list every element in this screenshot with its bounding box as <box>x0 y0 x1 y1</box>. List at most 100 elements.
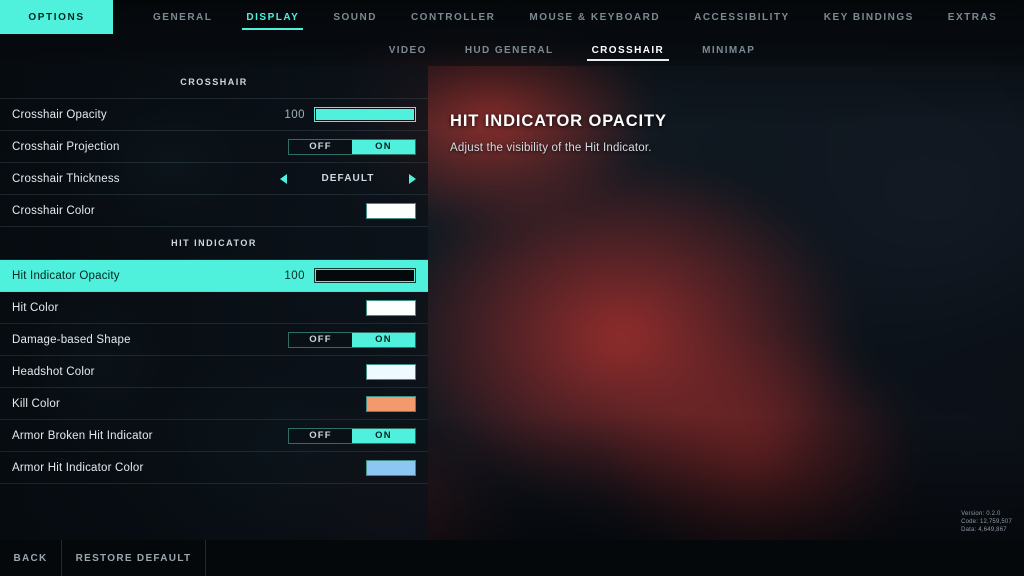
main-tab-accessibility[interactable]: ACCESSIBILITY <box>677 0 807 34</box>
setting-label: Armor Hit Indicator Color <box>12 461 144 474</box>
slider-fill <box>316 270 414 281</box>
slider-fill <box>316 109 414 120</box>
sub-tab-minimap[interactable]: MINIMAP <box>683 34 774 66</box>
setting-label: Hit Indicator Opacity <box>12 269 120 282</box>
toggle-crosshair-projection[interactable]: OFF ON <box>288 138 416 155</box>
main-tab-extras[interactable]: EXTRAS <box>931 0 1015 34</box>
main-tab-label: ACCESSIBILITY <box>694 11 790 23</box>
setting-row-kill-color[interactable]: Kill Color <box>0 388 428 420</box>
setting-row-headshot-color[interactable]: Headshot Color <box>0 356 428 388</box>
setting-row-crosshair-thickness[interactable]: Crosshair Thickness DEFAULT <box>0 163 428 195</box>
data-size-line: Data: 4,649,867 <box>961 527 1007 533</box>
setting-control <box>366 299 416 316</box>
setting-row-crosshair-opacity[interactable]: Crosshair Opacity 100 <box>0 99 428 131</box>
color-swatch-armor-hit-indicator-color[interactable] <box>366 459 416 476</box>
setting-label: Damage-based Shape <box>12 333 131 346</box>
section-header-label: CROSSHAIR <box>180 77 248 87</box>
setting-label: Crosshair Thickness <box>12 172 120 185</box>
setting-label: Crosshair Opacity <box>12 108 107 121</box>
code-size-line: Code: 12,759,507 <box>961 519 1012 525</box>
sub-tab-video[interactable]: VIDEO <box>370 34 446 66</box>
top-navigation-bar: OPTIONS GENERAL DISPLAY SOUND CONTROLLER MOU… <box>0 0 1024 34</box>
slider-hit-indicator-opacity[interactable] <box>314 268 416 283</box>
stepper-value: DEFAULT <box>321 173 375 184</box>
toggle-option-off[interactable]: OFF <box>289 332 352 347</box>
setting-control <box>366 202 416 219</box>
main-tab-general[interactable]: GENERAL <box>136 0 229 34</box>
toggle-option-on[interactable]: ON <box>352 332 415 347</box>
setting-label: Kill Color <box>12 397 61 410</box>
setting-control: OFF ON <box>288 331 416 348</box>
setting-control: DEFAULT <box>280 173 416 184</box>
main-tab-label: KEY BINDINGS <box>823 11 914 23</box>
main-tab-label: SOUND <box>333 11 377 23</box>
section-header: HIT INDICATOR <box>0 227 428 260</box>
setting-control: OFF ON <box>288 427 416 444</box>
sub-tab-label: HUD GENERAL <box>464 44 554 56</box>
toggle-armor-broken-hit-indicator[interactable]: OFF ON <box>288 427 416 444</box>
main-tab-key-bindings[interactable]: KEY BINDINGS <box>807 0 931 34</box>
bottom-action-bar: BACK RESTORE DEFAULT <box>0 540 1024 576</box>
main-tab-label: GENERAL <box>153 11 213 23</box>
sub-tab-label: VIDEO <box>388 44 427 56</box>
setting-row-armor-broken-hit-indicator[interactable]: Armor Broken Hit Indicator OFF ON <box>0 420 428 452</box>
setting-label: Hit Color <box>12 301 59 314</box>
setting-control: OFF ON <box>288 138 416 155</box>
toggle-option-on[interactable]: ON <box>352 139 415 154</box>
restore-default-button[interactable]: RESTORE DEFAULT <box>62 540 206 576</box>
setting-label: Crosshair Projection <box>12 140 120 153</box>
setting-row-hit-indicator-opacity[interactable]: Hit Indicator Opacity 100 <box>0 260 428 292</box>
toggle-option-off[interactable]: OFF <box>289 139 352 154</box>
version-line: Version: 0.2.0 <box>961 511 1001 517</box>
slider-value: 100 <box>284 108 305 121</box>
setting-control <box>366 363 416 380</box>
stepper-crosshair-thickness[interactable]: DEFAULT <box>280 173 416 184</box>
color-swatch-crosshair-color[interactable] <box>366 202 416 219</box>
options-tab[interactable]: OPTIONS <box>0 0 113 34</box>
sub-tab-label: CROSSHAIR <box>591 44 665 56</box>
chevron-left-icon[interactable] <box>280 173 287 184</box>
restore-default-button-label: RESTORE DEFAULT <box>75 552 192 564</box>
color-swatch-headshot-color[interactable] <box>366 363 416 380</box>
description-panel: HIT INDICATOR OPACITY Adjust the visibil… <box>450 112 970 154</box>
main-tab-label: DISPLAY <box>246 11 300 23</box>
back-button[interactable]: BACK <box>0 540 62 576</box>
sub-navigation-bar: VIDEO HUD GENERAL CROSSHAIR MINIMAP <box>0 34 1024 66</box>
chevron-right-icon[interactable] <box>408 173 416 184</box>
settings-panel: CROSSHAIR Crosshair Opacity 100 Crosshair P… <box>0 66 428 540</box>
setting-control <box>366 395 416 412</box>
description-title: HIT INDICATOR OPACITY <box>450 112 667 130</box>
main-tab-sound[interactable]: SOUND <box>316 0 394 34</box>
main-tab-mouse-keyboard[interactable]: MOUSE & KEYBOARD <box>512 0 677 34</box>
main-tab-list: GENERAL DISPLAY SOUND CONTROLLER MOUSE & KEY… <box>136 0 1014 34</box>
setting-row-crosshair-projection[interactable]: Crosshair Projection OFF ON <box>0 131 428 163</box>
setting-control <box>366 459 416 476</box>
toggle-option-off[interactable]: OFF <box>289 428 352 443</box>
setting-row-damage-based-shape[interactable]: Damage-based Shape OFF ON <box>0 324 428 356</box>
main-tab-display[interactable]: DISPLAY <box>229 0 316 34</box>
main-tab-label: EXTRAS <box>947 11 998 23</box>
version-info: Version: 0.2.0 Code: 12,759,507 Data: 4,… <box>961 510 1012 534</box>
slider-crosshair-opacity[interactable] <box>314 107 416 122</box>
setting-label: Headshot Color <box>12 365 95 378</box>
sub-tab-crosshair[interactable]: CROSSHAIR <box>573 34 684 66</box>
setting-label: Crosshair Color <box>12 204 95 217</box>
slider-value: 100 <box>284 269 305 282</box>
color-swatch-hit-color[interactable] <box>366 299 416 316</box>
toggle-option-on[interactable]: ON <box>352 428 415 443</box>
toggle-damage-based-shape[interactable]: OFF ON <box>288 331 416 348</box>
color-swatch-kill-color[interactable] <box>366 395 416 412</box>
sub-tab-hud-general[interactable]: HUD GENERAL <box>446 34 573 66</box>
sub-tab-label: MINIMAP <box>702 44 756 56</box>
setting-row-hit-color[interactable]: Hit Color <box>0 292 428 324</box>
setting-control: 100 <box>284 107 416 122</box>
setting-row-crosshair-color[interactable]: Crosshair Color <box>0 195 428 227</box>
main-tab-label: MOUSE & KEYBOARD <box>529 11 661 23</box>
setting-control: 100 <box>284 268 416 283</box>
options-tab-label: OPTIONS <box>28 11 85 23</box>
setting-row-armor-hit-indicator-color[interactable]: Armor Hit Indicator Color <box>0 452 428 484</box>
back-button-label: BACK <box>13 552 48 564</box>
main-tab-controller[interactable]: CONTROLLER <box>394 0 512 34</box>
section-header: CROSSHAIR <box>0 66 428 99</box>
setting-label: Armor Broken Hit Indicator <box>12 429 153 442</box>
